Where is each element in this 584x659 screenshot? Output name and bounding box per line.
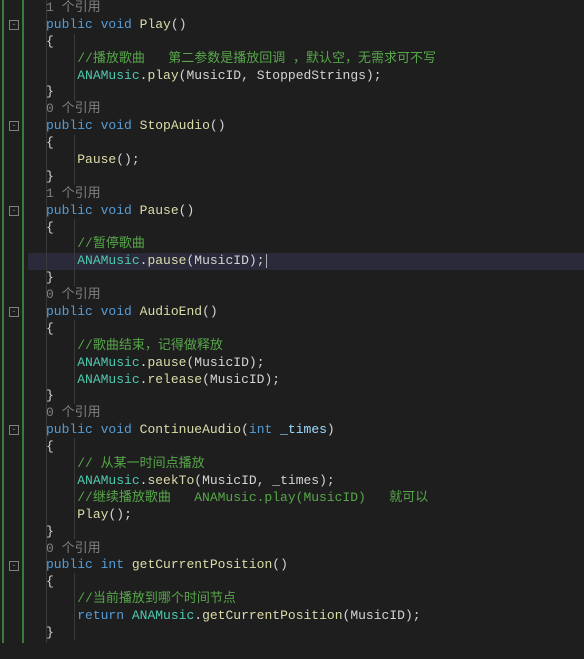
fold-toggle-icon[interactable]: - <box>9 307 19 317</box>
identifier: StoppedStrings <box>257 68 366 83</box>
code-line[interactable]: { <box>28 321 584 338</box>
identifier: MusicID <box>186 68 241 83</box>
call: Pause <box>77 152 116 167</box>
code-line[interactable]: 0 个引用 <box>28 101 584 118</box>
code-line[interactable]: 0 个引用 <box>28 405 584 422</box>
reference-count: 1 个引用 <box>46 186 101 201</box>
code-line[interactable]: //当前播放到哪个时间节点 <box>28 591 584 608</box>
fold-toggle-icon[interactable]: - <box>9 121 19 131</box>
indent-guide <box>46 0 47 643</box>
code-line[interactable]: { <box>28 135 584 152</box>
code-line[interactable]: public void StopAudio() <box>28 118 584 135</box>
code-line[interactable]: ANAMusic.pause(MusicID); <box>28 355 584 372</box>
code-line[interactable]: ANAMusic.play(MusicID, StoppedStrings); <box>28 68 584 85</box>
call: play <box>147 68 178 83</box>
keyword: public <box>46 17 93 32</box>
code-line[interactable]: //继续播放歌曲 ANAMusic.play(MusicID) 就可以 <box>28 490 584 507</box>
code-line[interactable]: } <box>28 169 584 186</box>
comment: //歌曲结束，记得做释放 <box>77 338 223 353</box>
method-name: AudioEnd <box>140 304 202 319</box>
code-line[interactable]: } <box>28 625 584 642</box>
code-line[interactable]: { <box>28 220 584 237</box>
code-line[interactable]: { <box>28 34 584 51</box>
comment: //当前播放到哪个时间节点 <box>77 591 236 606</box>
code-line[interactable]: //暂停歌曲 <box>28 236 584 253</box>
code-line[interactable]: { <box>28 574 584 591</box>
change-bar <box>2 0 4 643</box>
call: pause <box>147 253 186 268</box>
fold-toggle-icon[interactable]: - <box>9 425 19 435</box>
outline-bar <box>22 0 24 643</box>
indent-guide <box>74 438 75 539</box>
reference-count: 1 个引用 <box>46 0 101 15</box>
keyword: void <box>101 17 132 32</box>
code-line[interactable]: // 从某一时间点播放 <box>28 456 584 473</box>
method-name: ContinueAudio <box>140 422 241 437</box>
code-line[interactable]: public void Pause() <box>28 203 584 220</box>
code-line[interactable]: Play(); <box>28 507 584 524</box>
code-line[interactable]: } <box>28 84 584 101</box>
indent-guide <box>74 573 75 640</box>
method-name: StopAudio <box>140 118 210 133</box>
punct: ) <box>179 17 187 32</box>
code-line[interactable]: } <box>28 388 584 405</box>
indent-guide <box>74 320 75 404</box>
code-line[interactable]: { <box>28 439 584 456</box>
code-line[interactable]: return ANAMusic.getCurrentPosition(Music… <box>28 608 584 625</box>
code-line[interactable]: public void ContinueAudio(int _times) <box>28 422 584 439</box>
code-line[interactable]: public void Play() <box>28 17 584 34</box>
code-line[interactable]: 1 个引用 <box>28 186 584 203</box>
comment: //继续播放歌曲 ANAMusic.play(MusicID) 就可以 <box>77 490 428 505</box>
fold-toggle-icon[interactable]: - <box>9 206 19 216</box>
code-line[interactable]: ANAMusic.seekTo(MusicID, _times); <box>28 473 584 490</box>
method-name: getCurrentPosition <box>132 557 272 572</box>
code-line[interactable]: public void AudioEnd() <box>28 304 584 321</box>
code-line[interactable]: 1 个引用 <box>28 0 584 17</box>
method-name: Pause <box>140 203 179 218</box>
indent-guide <box>74 219 75 286</box>
code-line[interactable]: ANAMusic.release(MusicID); <box>28 372 584 389</box>
reference-count: 0 个引用 <box>46 287 101 302</box>
code-line[interactable]: Pause(); <box>28 152 584 169</box>
code-line[interactable] <box>28 642 584 659</box>
comment: // 从某一时间点播放 <box>77 456 204 471</box>
reference-count: 0 个引用 <box>46 101 101 116</box>
comment: //播放歌曲 第二参数是播放回调 ，默认空，无需求可不写 <box>77 51 436 66</box>
gutter: - - - - - - <box>0 0 28 643</box>
code-line[interactable]: public int getCurrentPosition() <box>28 557 584 574</box>
code-line[interactable]: 0 个引用 <box>28 541 584 558</box>
code-line[interactable]: } <box>28 524 584 541</box>
indent-guide <box>74 34 75 101</box>
code-line[interactable]: 0 个引用 <box>28 287 584 304</box>
reference-count: 0 个引用 <box>46 405 101 420</box>
comment: //暂停歌曲 <box>77 236 145 251</box>
code-line[interactable]: } <box>28 270 584 287</box>
method-name: Play <box>140 17 171 32</box>
brace: } <box>46 84 54 99</box>
fold-toggle-icon[interactable]: - <box>9 20 19 30</box>
text-caret <box>266 254 267 268</box>
parameter: _times <box>280 422 327 437</box>
reference-count: 0 个引用 <box>46 541 101 556</box>
code-line[interactable]: //歌曲结束，记得做释放 <box>28 338 584 355</box>
class-name: ANAMusic <box>77 68 139 83</box>
punct: ( <box>171 17 179 32</box>
indent-guide <box>74 135 75 185</box>
fold-toggle-icon[interactable]: - <box>9 561 19 571</box>
code-line[interactable]: //播放歌曲 第二参数是播放回调 ，默认空，无需求可不写 <box>28 51 584 68</box>
code-area[interactable]: 1 个引用 public void Play() { //播放歌曲 第二参数是播… <box>28 0 584 643</box>
code-line-active[interactable]: ANAMusic.pause(MusicID); <box>28 253 584 270</box>
brace: { <box>46 34 54 49</box>
